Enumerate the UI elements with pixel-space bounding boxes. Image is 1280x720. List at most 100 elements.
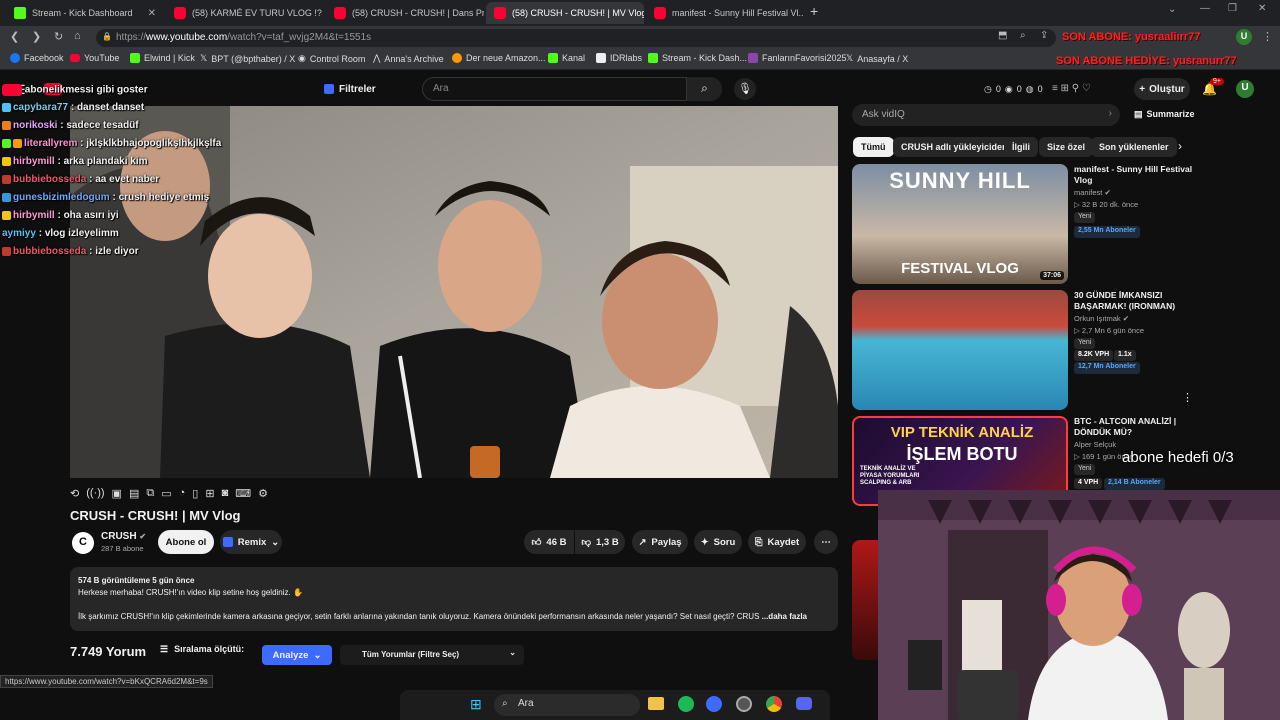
speed-icon[interactable]: ◔ [179, 487, 186, 499]
dislike-button[interactable]: 👎︎ 1,3 B [575, 530, 625, 554]
plus-icon: + [1139, 83, 1146, 95]
video-player[interactable] [70, 106, 838, 478]
settings-icon[interactable]: ⚙ [258, 487, 268, 500]
bookmark-idrlabs[interactable]: IDRlabs [596, 53, 642, 63]
spotify-icon[interactable] [678, 696, 694, 712]
video-thumbnail[interactable] [852, 290, 1068, 410]
video-title[interactable]: manifest - Sunny Hill Festival Vlog [1074, 164, 1194, 186]
chat-text: oha asırı iyi [63, 210, 119, 221]
film-icon[interactable]: ▤ [129, 487, 139, 500]
chip-recent[interactable]: Son yüklenenler [1091, 137, 1177, 157]
comment-filter-select[interactable]: Tüm Yorumlar (Filtre Seç) ⌄ [340, 645, 524, 665]
like-button[interactable]: 👍︎ 46 B [524, 530, 574, 554]
description-box[interactable]: 574 B görüntüleme 5 gün önce Herkese mer… [70, 567, 838, 631]
forward-icon[interactable]: ❯ [32, 30, 41, 43]
install-icon[interactable]: ⬒ [998, 30, 1007, 41]
pip-icon[interactable]: ⧉ [146, 487, 154, 500]
add-icon[interactable]: ⊞ [205, 487, 214, 500]
filters-button[interactable]: Filtreler [318, 80, 382, 98]
more-dots-icon[interactable]: ⋮ [1182, 391, 1193, 404]
amazon-icon [452, 53, 462, 63]
chip-all[interactable]: Tümü [853, 137, 894, 157]
file-explorer-icon[interactable] [648, 697, 664, 710]
video-thumbnail[interactable]: SUNNY HILL FESTIVAL VLOG 37:06 [852, 164, 1068, 284]
bookmark-amazon[interactable]: Der neue Amazon... [452, 53, 546, 63]
chip-related[interactable]: İlgili [1004, 137, 1038, 157]
app-icon[interactable] [706, 696, 722, 712]
ask-button[interactable]: ✦ Soru [694, 530, 742, 554]
tab-crush-mv-vlog[interactable]: (58) CRUSH - CRUSH! | MV Vlog ✕ [486, 2, 644, 24]
bookmark-control-room[interactable]: ◉ Control Room [298, 53, 365, 64]
chrome-icon[interactable] [766, 696, 782, 712]
bookmark-youtube[interactable]: YouTube [70, 53, 119, 63]
channel-name[interactable]: CRUSH ✔ [101, 531, 146, 542]
taskbar-search-input[interactable]: ⌕ Ara [494, 694, 640, 716]
bookmark-kick-dash[interactable]: Stream - Kick Dash... [648, 53, 747, 63]
account-avatar[interactable]: U [1236, 80, 1254, 98]
summarize-button[interactable]: ▤ Summarize [1134, 109, 1195, 120]
bookmark-fanlarin[interactable]: FanlarınFavorisi2025 [748, 53, 847, 63]
extension-icons[interactable]: ≡ ⊞ ⚲ ♡ [1052, 83, 1091, 94]
chevron-right-icon[interactable]: › [1178, 139, 1182, 153]
video-channel[interactable]: manifest ✔ [1074, 188, 1111, 197]
description-text: İlk şarkımız CRUSH!'ın klip çekimlerinde… [78, 612, 760, 621]
new-tab-icon[interactable]: + [810, 3, 818, 19]
video-channel[interactable]: Alper Selçuk [1074, 440, 1116, 449]
meta-text: 32 B 20 dk. önce [1081, 200, 1139, 209]
back-icon[interactable]: ❮ [10, 30, 19, 43]
battery-icon[interactable]: ▯ [192, 487, 198, 500]
remix-label: Remix [237, 536, 267, 548]
ask-vidiq-input[interactable]: Ask vidIQ › [852, 104, 1120, 126]
bookmark-bpt[interactable]: 𝕏 BPT (@bpthaber) / X [200, 53, 295, 64]
tab-karme-vlog[interactable]: (58) KARMÉ EV TURU VLOG !? | ... ✕ [166, 2, 324, 24]
subscribe-button[interactable]: Abone ol [158, 530, 214, 554]
share-button[interactable]: ↗ Paylaş [632, 530, 688, 554]
video-title[interactable]: BTC - ALTCOIN ANALİZİ | DÖNDÜK MÜ? [1074, 416, 1194, 438]
bookmark-anasayfa-x[interactable]: 𝕏 Anasayfa / X [846, 53, 908, 64]
save-button[interactable]: ⎘ Kaydet [748, 530, 806, 554]
search-input[interactable]: Ara [422, 77, 722, 101]
bookmark-annas-archive[interactable]: ⋀ Anna's Archive [373, 53, 444, 64]
obs-icon[interactable] [736, 696, 752, 712]
more-actions-button[interactable]: ⋯ [814, 530, 838, 554]
microphone-icon[interactable]: 🎙 [734, 78, 756, 100]
channel-avatar[interactable]: C [72, 532, 94, 554]
discord-icon[interactable] [796, 697, 812, 710]
create-button[interactable]: + Oluştur [1134, 78, 1190, 100]
bookmark-facebook[interactable]: Facebook [10, 53, 64, 63]
home-icon[interactable]: ⌂ [74, 30, 81, 42]
search-icon[interactable]: ⌕ [686, 77, 722, 101]
maximize-icon[interactable]: ❐ [1228, 3, 1237, 14]
audio-icon[interactable]: ((·)) [86, 487, 104, 499]
video-thumbnail-partial[interactable] [852, 540, 878, 660]
close-icon[interactable]: ✕ [148, 8, 156, 19]
bookmark-elwind[interactable]: Elwind | Kick [130, 53, 195, 63]
zoom-icon[interactable]: ⌕ [1020, 30, 1026, 41]
profile-avatar[interactable]: U [1236, 29, 1252, 45]
tab-sunny-hill[interactable]: manifest - Sunny Hill Festival Vl... ✕ [646, 2, 804, 24]
cinema-icon[interactable]: ▣ [112, 487, 122, 500]
menu-dots-icon[interactable]: ⋮ [1262, 30, 1273, 43]
video-title[interactable]: 30 GÜNDE İMKANSIZI BAŞARMAK! (IRONMAN) [1074, 290, 1194, 312]
video-channel[interactable]: Orkun Işıtmak ✔ [1074, 314, 1129, 323]
analyze-button[interactable]: Analyze ⌄ [262, 645, 332, 665]
chip-from-crush[interactable]: CRUSH adlı yükleyiciden [893, 137, 1016, 157]
chip-for-you[interactable]: Size özel [1039, 137, 1094, 157]
tab-crush-dance[interactable]: (58) CRUSH - CRUSH! | Dans Pr... ✕ [326, 2, 484, 24]
more-link[interactable]: ...daha fazla [762, 612, 807, 621]
window-close-icon[interactable]: ✕ [1258, 3, 1266, 14]
remix-button[interactable]: Remix ⌄ [220, 530, 282, 554]
bookmark-kanal[interactable]: Kanal [548, 53, 585, 63]
tab-kick-dashboard[interactable]: Stream - Kick Dashboard ✕ [6, 2, 164, 24]
sort-button[interactable]: ☰ Sıralama ölçütü: [160, 644, 244, 655]
keyboard-icon[interactable]: ⌨ [235, 487, 251, 500]
screenshot-icon[interactable]: ◙ [222, 487, 229, 499]
share-page-icon[interactable]: ⇪ [1040, 30, 1048, 41]
windows-start-icon[interactable]: ⊞ [470, 696, 482, 713]
theater-icon[interactable]: ▭ [161, 487, 171, 500]
minimize-icon[interactable]: — [1200, 3, 1210, 14]
reload-icon[interactable]: ↻ [54, 30, 63, 43]
loop-icon[interactable]: ⟲ [70, 487, 79, 500]
url-input[interactable]: 🔒 https://www.youtube.com/watch?v=taf_wv… [96, 29, 1056, 47]
tab-search-icon[interactable]: ⌄ [1168, 4, 1176, 15]
